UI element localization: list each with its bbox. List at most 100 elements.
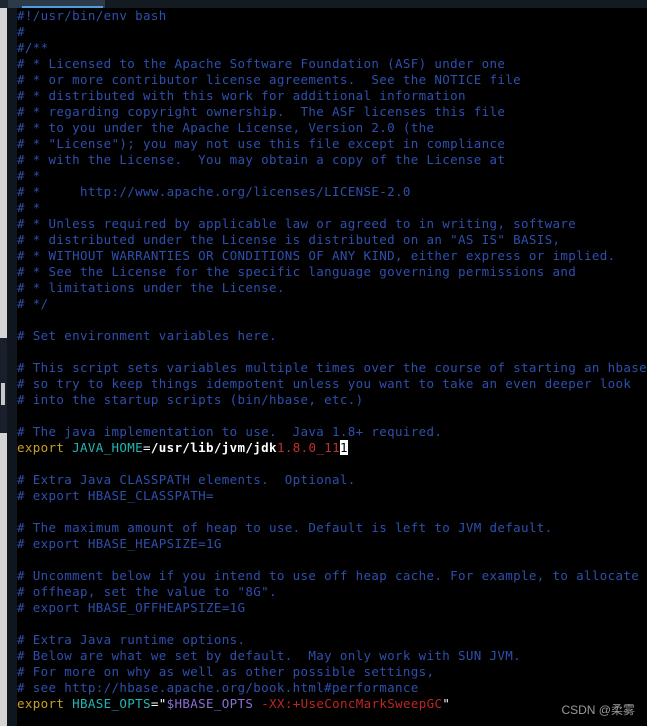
code-line[interactable]: # * limitations under the License. xyxy=(17,280,647,296)
code-line[interactable]: # see http://hbase.apache.org/book.html#… xyxy=(17,680,647,696)
code-line[interactable]: # For more on why as well as other possi… xyxy=(17,664,647,680)
tab-bar xyxy=(0,0,647,8)
editor-window: #!/usr/bin/env bash # #/** # * Licensed to … xyxy=(0,0,647,726)
code-token-cm: # The maximum amount of heap to use. Def… xyxy=(17,520,553,535)
code-token-cm: # * xyxy=(17,200,41,215)
code-line[interactable]: # * distributed under the License is dis… xyxy=(17,232,647,248)
code-line[interactable]: # * http://www.apache.org/licenses/LICEN… xyxy=(17,184,647,200)
code-token-op: " xyxy=(442,696,451,711)
code-line[interactable]: # * Licensed to the Apache Software Foun… xyxy=(17,56,647,72)
code-line[interactable]: # * WITHOUT WARRANTIES OR CONDITIONS OF … xyxy=(17,248,647,264)
code-token-var: JAVA_HOME xyxy=(72,440,144,455)
code-token-cm: # * to you under the Apache License, Ver… xyxy=(17,120,435,135)
code-token-op: = xyxy=(143,440,151,455)
code-token-cm: # For more on why as well as other possi… xyxy=(17,664,435,679)
code-line[interactable] xyxy=(17,552,647,568)
code-token-cm: # * Licensed to the Apache Software Foun… xyxy=(17,56,506,71)
code-line[interactable]: # Extra Java runtime options. xyxy=(17,632,647,648)
code-line[interactable]: #!/usr/bin/env bash xyxy=(17,8,647,24)
code-token-cm: # * distributed under the License is dis… xyxy=(17,232,561,247)
code-line[interactable]: # */ xyxy=(17,296,647,312)
code-token-pth: /usr/lib/jvm/jdk xyxy=(150,440,277,455)
tab-bar-empty-area xyxy=(105,0,647,8)
code-token-cm: # Set environment variables here. xyxy=(17,328,277,343)
code-line[interactable]: # * to you under the Apache License, Ver… xyxy=(17,120,647,136)
code-line[interactable]: # export HBASE_HEAPSIZE=1G xyxy=(17,536,647,552)
code-token-cm: # * See the License for the specific lan… xyxy=(17,264,577,279)
code-line[interactable]: # Set environment variables here. xyxy=(17,328,647,344)
code-token-var: HBASE_OPTS xyxy=(72,696,151,711)
code-token-cm: # see http://hbase.apache.org/book.html#… xyxy=(17,680,419,695)
code-line[interactable]: # The maximum amount of heap to use. Def… xyxy=(17,520,647,536)
code-line[interactable]: # Below are what we set by default. May … xyxy=(17,648,647,664)
code-token-cm: # into the startup scripts (bin/hbase, e… xyxy=(17,392,364,407)
code-token-num: 1.8.0_11 xyxy=(276,440,340,455)
code-token-dollar: $HBASE_OPTS xyxy=(166,696,254,711)
code-line[interactable]: # export HBASE_CLASSPATH= xyxy=(17,488,647,504)
code-line[interactable]: export JAVA_HOME=/usr/lib/jvm/jdk1.8.0_1… xyxy=(17,440,647,456)
code-token-cm: # Extra Java CLASSPATH elements. Optiona… xyxy=(17,472,356,487)
code-line[interactable]: # Uncomment below if you intend to use o… xyxy=(17,568,647,584)
code-token-cm: # The java implementation to use. Java 1… xyxy=(17,424,443,439)
code-line[interactable] xyxy=(17,408,647,424)
code-token-cm: # * "License"); you may not use this fil… xyxy=(17,136,506,151)
code-token-cm: # This script sets variables multiple ti… xyxy=(17,360,647,375)
code-token-cm: # * limitations under the License. xyxy=(17,280,285,295)
code-line[interactable]: # * with the License. You may obtain a c… xyxy=(17,152,647,168)
code-line[interactable]: # * See the License for the specific lan… xyxy=(17,264,647,280)
vertical-scrollbar[interactable] xyxy=(0,8,7,726)
code-line[interactable]: # * xyxy=(17,200,647,216)
code-token-cm: # Extra Java runtime options. xyxy=(17,632,246,647)
code-line[interactable]: # This script sets variables multiple ti… xyxy=(17,360,647,376)
code-token-cm: # * with the License. You may obtain a c… xyxy=(17,152,506,167)
code-token-cm: # * http://www.apache.org/licenses/LICEN… xyxy=(17,184,411,199)
code-token-kw: export xyxy=(17,696,73,711)
code-line[interactable]: # * xyxy=(17,168,647,184)
code-token-cm: # Below are what we set by default. May … xyxy=(17,648,522,663)
code-line[interactable]: export HBASE_OPTS="$HBASE_OPTS -XX:+UseC… xyxy=(17,696,647,712)
code-line[interactable]: # * "License"); you may not use this fil… xyxy=(17,136,647,152)
code-token-cm: # * WITHOUT WARRANTIES OR CONDITIONS OF … xyxy=(17,248,616,263)
code-token-cm: # so try to keep things idempotent unles… xyxy=(17,376,632,391)
code-token-cm: #!/usr/bin/env bash xyxy=(17,8,167,23)
code-line[interactable]: # export HBASE_OFFHEAPSIZE=1G xyxy=(17,600,647,616)
code-line[interactable]: # xyxy=(17,24,647,40)
code-token-cm: # offheap, set the value to "8G". xyxy=(17,584,277,599)
code-line[interactable]: # Extra Java CLASSPATH elements. Optiona… xyxy=(17,472,647,488)
code-line[interactable]: # offheap, set the value to "8G". xyxy=(17,584,647,600)
code-token-cm: # export HBASE_CLASSPATH= xyxy=(17,488,214,503)
code-token-cm: # * regarding copyright ownership. The A… xyxy=(17,104,506,119)
code-token-kw: export xyxy=(17,440,73,455)
code-token-cm: # * or more contributor license agreemen… xyxy=(17,72,522,87)
code-token-cursor: 1 xyxy=(339,440,348,455)
code-token-cm: # export HBASE_HEAPSIZE=1G xyxy=(17,536,222,551)
code-line[interactable]: # * Unless required by applicable law or… xyxy=(17,216,647,232)
code-token-cm: # * distributed with this work for addit… xyxy=(17,88,466,103)
code-token-cm: # * Unless required by applicable law or… xyxy=(17,216,577,231)
code-line[interactable]: # * or more contributor license agreemen… xyxy=(17,72,647,88)
code-editor-area[interactable]: #!/usr/bin/env bash # #/** # * Licensed to … xyxy=(17,8,647,726)
code-line[interactable]: # The java implementation to use. Java 1… xyxy=(17,424,647,440)
code-line[interactable] xyxy=(17,344,647,360)
code-token-cm: #/** xyxy=(17,40,49,55)
code-token-cm: # */ xyxy=(17,296,49,311)
code-line[interactable]: # * distributed with this work for addit… xyxy=(17,88,647,104)
code-line[interactable]: # so try to keep things idempotent unles… xyxy=(17,376,647,392)
code-token-cm: # export HBASE_OFFHEAPSIZE=1G xyxy=(17,600,246,615)
code-line[interactable] xyxy=(17,456,647,472)
tab-active-indicator xyxy=(22,6,103,8)
code-line[interactable] xyxy=(17,312,647,328)
code-line[interactable] xyxy=(17,504,647,520)
editor-gutter xyxy=(7,8,17,726)
code-token-cm: # Uncomment below if you intend to use o… xyxy=(17,568,647,583)
code-token-op: =" xyxy=(150,696,167,711)
code-token-cm: # xyxy=(17,24,25,39)
scrollbar-thumb-grip[interactable] xyxy=(1,383,5,405)
code-line[interactable] xyxy=(17,616,647,632)
code-line[interactable]: #/** xyxy=(17,40,647,56)
code-token-opt: -XX:+UseConcMarkSweepGC xyxy=(253,696,443,711)
code-line[interactable]: # into the startup scripts (bin/hbase, e… xyxy=(17,392,647,408)
code-token-cm: # * xyxy=(17,168,41,183)
csdn-watermark: CSDN @柔雾 xyxy=(561,703,635,717)
code-line[interactable]: # * regarding copyright ownership. The A… xyxy=(17,104,647,120)
